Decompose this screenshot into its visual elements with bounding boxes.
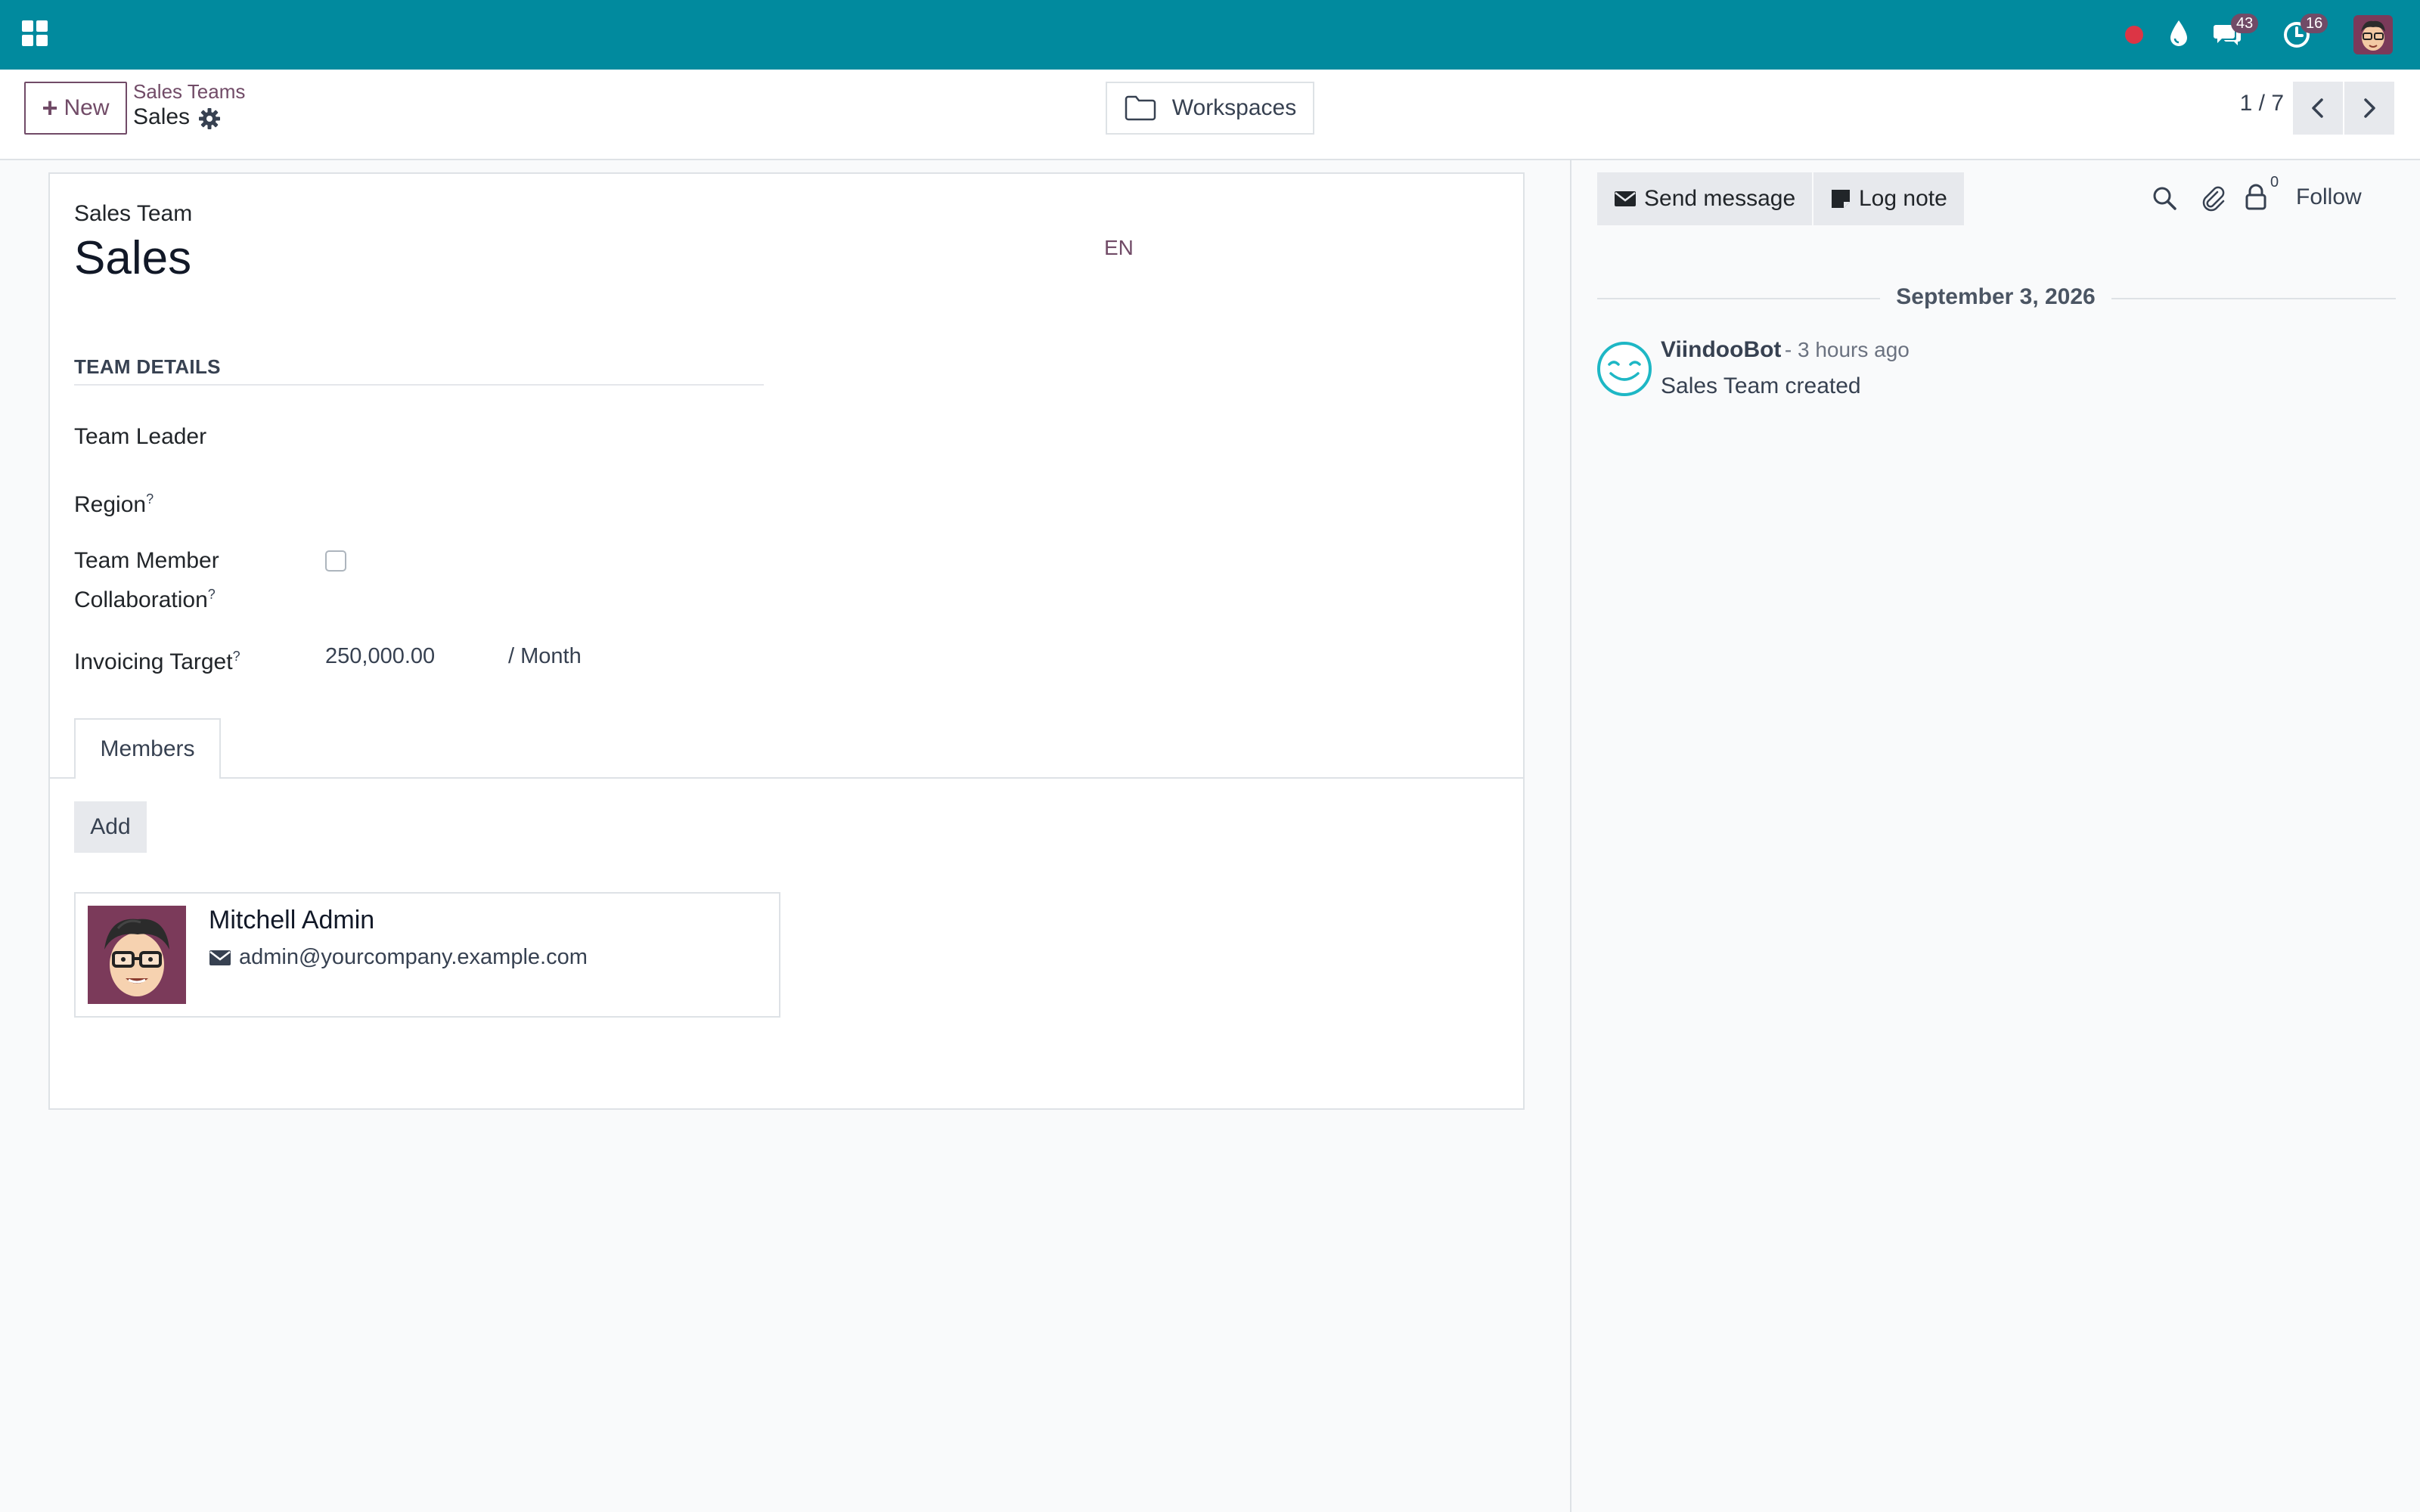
note-icon (1832, 190, 1850, 208)
new-button-label: New (64, 95, 110, 120)
send-message-button[interactable]: Send message (1597, 172, 1813, 225)
member-email-row: admin@yourcompany.example.com (209, 945, 588, 970)
apps-icon[interactable] (21, 20, 48, 47)
team-leader-field[interactable] (325, 420, 764, 454)
envelope-icon (209, 950, 231, 965)
control-panel: + New Sales Teams Sales Workspaces 1 / 7 (0, 70, 2420, 160)
region-field[interactable] (325, 482, 764, 516)
chevron-right-icon (2364, 98, 2375, 118)
search-icon[interactable] (2151, 184, 2178, 212)
chevron-left-icon (2312, 98, 2323, 118)
lock-user-icon (2245, 184, 2266, 210)
date-separator-left (1597, 298, 1880, 299)
collaboration-help-icon[interactable]: ? (208, 587, 216, 602)
message-body: Sales Team created (1661, 373, 1861, 398)
send-message-label: Send message (1644, 186, 1796, 211)
followers-count: 0 (2270, 174, 2279, 191)
tabs-divider (50, 777, 74, 779)
invoicing-help-icon[interactable]: ? (233, 649, 240, 664)
date-separator: September 3, 2026 (1896, 284, 2096, 309)
chatter-divider (1570, 160, 1571, 1512)
invoicing-target-label: Invoicing Target? (74, 649, 240, 674)
workspaces-button[interactable]: Workspaces (1106, 82, 1314, 135)
add-member-button[interactable]: Add (74, 801, 147, 853)
envelope-icon (1615, 191, 1636, 206)
member-name: Mitchell Admin (209, 906, 375, 934)
messaging-menu[interactable]: 43 (2213, 14, 2259, 51)
team-leader-label: Team Leader (74, 424, 207, 449)
invoicing-unit: / Month (508, 644, 582, 668)
pager-next-button[interactable] (2344, 82, 2394, 135)
region-label: Region? (74, 491, 154, 517)
member-card[interactable]: Mitchell Admin admin@yourcompany.example… (74, 892, 780, 1018)
status-dot-icon[interactable] (2124, 24, 2145, 45)
plus-icon: + (42, 92, 58, 123)
user-avatar-image (2353, 15, 2393, 54)
team-member-collaboration-label: Team Member Collaboration? (74, 548, 219, 612)
pager-previous-button[interactable] (2293, 82, 2343, 135)
form-sheet: Sales Team Sales EN TEAM DETAILS Team Le… (48, 172, 1525, 1110)
messages-badge: 43 (2231, 14, 2259, 33)
activities-menu[interactable]: 16 (2282, 14, 2328, 51)
model-label: Sales Team (74, 201, 193, 226)
breadcrumb-current: Sales (133, 104, 191, 129)
workspaces-label: Workspaces (1171, 95, 1297, 120)
message-time: - 3 hours ago (1784, 338, 1910, 361)
breadcrumb-parent[interactable]: Sales Teams (133, 80, 245, 104)
message-author[interactable]: ViindooBot (1661, 337, 1781, 362)
member-avatar (88, 906, 186, 1004)
message-header: ViindooBot - 3 hours ago (1661, 337, 1910, 363)
paperclip-icon[interactable] (2199, 184, 2226, 212)
group-divider (74, 384, 764, 386)
gear-icon[interactable] (198, 107, 221, 130)
folder-icon (1125, 95, 1156, 121)
log-note-label: Log note (1859, 186, 1947, 211)
record-name-field[interactable]: Sales (74, 231, 191, 285)
tabs-divider-right (221, 777, 1523, 779)
follow-button[interactable]: Follow (2296, 184, 2362, 210)
date-separator-right (2111, 298, 2396, 299)
user-avatar[interactable] (2353, 15, 2393, 54)
top-navbar: 43 16 (0, 0, 2420, 70)
invoicing-target-field[interactable]: 250,000.00 (325, 644, 435, 669)
bot-avatar (1597, 342, 1652, 396)
region-help-icon[interactable]: ? (146, 491, 154, 507)
pager-value[interactable]: 1 / 7 (2223, 91, 2284, 116)
activities-badge: 16 (2301, 14, 2328, 33)
new-button[interactable]: + New (24, 82, 127, 135)
member-email[interactable]: admin@yourcompany.example.com (239, 945, 588, 970)
group-title: TEAM DETAILS (74, 355, 221, 378)
team-member-collaboration-checkbox[interactable] (325, 550, 346, 572)
drop-icon[interactable] (2167, 18, 2190, 48)
log-note-button[interactable]: Log note (1813, 172, 1964, 225)
language-button[interactable]: EN (1104, 236, 1134, 260)
followers-button[interactable]: 0 (2243, 174, 2281, 212)
tab-members[interactable]: Members (74, 718, 221, 779)
